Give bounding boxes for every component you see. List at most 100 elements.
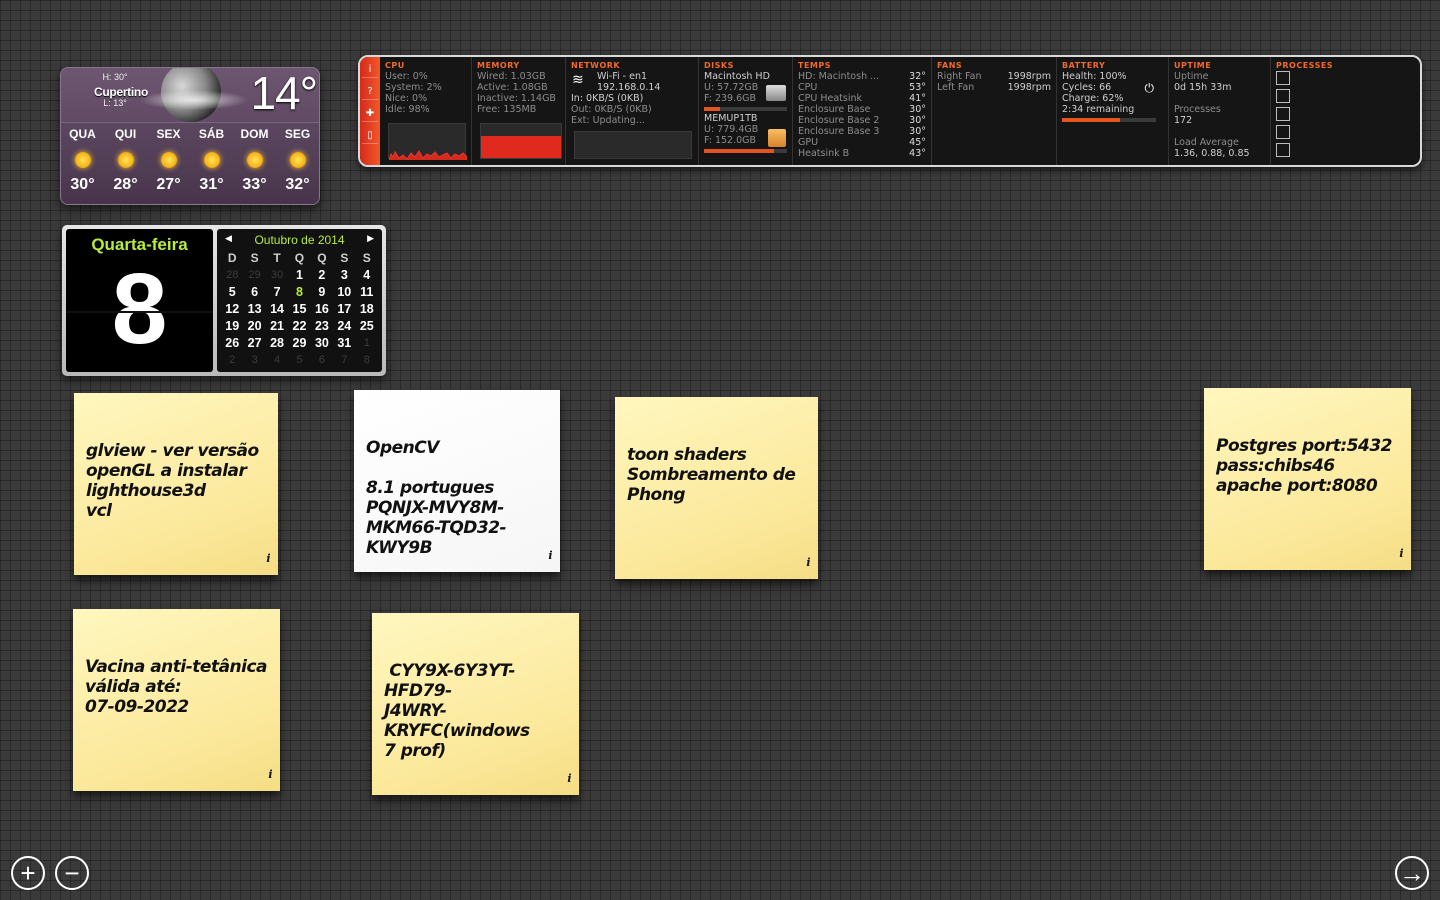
calendar-day-cell[interactable]: 3 [243,351,265,368]
calendar-day-panel[interactable]: Quarta-feira 8 [66,229,213,372]
calendar-day-cell[interactable]: 15 [288,300,310,317]
calendar-day-cell[interactable]: 21 [266,317,288,334]
add-widget-button[interactable]: + [11,856,45,890]
help-icon[interactable]: ? [362,83,378,100]
temp-name: GPU [798,137,819,148]
sticky-note[interactable]: Vacina anti-tetânica válida até: 07-09-2… [73,609,280,791]
temp-value: 32° [909,71,926,82]
info-icon[interactable]: i [362,61,378,78]
temp-name: HD: Macintosh ... [798,71,880,82]
calendar-day-cell[interactable]: 8 [288,283,310,300]
process-slot[interactable] [1276,107,1290,121]
sticky-info-button[interactable]: i [268,765,272,785]
calendar-day-cell[interactable]: 14 [266,300,288,317]
istat-widget[interactable]: i ? ✚ ▯ CPU User: 0% System: 2% Nice: 0%… [358,55,1422,167]
calendar-day-cell[interactable]: 31 [333,334,355,351]
calendar-day-cell[interactable]: 6 [311,351,333,368]
calendar-day-cell[interactable]: 22 [288,317,310,334]
process-slot[interactable] [1276,71,1290,85]
sticky-note-text[interactable]: OpenCV 8.1 portugues PQNJX-MVY8M- MKM66-… [366,438,548,558]
phone-icon[interactable]: ▯ [362,127,378,144]
fan-row: Right Fan 1998rpm [937,71,1051,82]
weather-low: L: 13° [103,98,127,108]
calendar-day-cell[interactable]: 19 [221,317,243,334]
calendar-day-cell[interactable]: 2 [311,266,333,283]
sticky-info-button[interactable]: i [1399,544,1403,564]
process-slot[interactable] [1276,143,1290,157]
process-slot[interactable] [1276,89,1290,103]
calendar-day-cell[interactable]: 20 [243,317,265,334]
temp-name: Heatsink B [798,148,850,159]
calendar-day-cell[interactable]: 25 [356,317,378,334]
sticky-info-button[interactable]: i [266,549,270,569]
calendar-day-cell[interactable]: 13 [243,300,265,317]
calendar-day-cell[interactable]: 30 [266,266,288,283]
calendar-day-cell[interactable]: 23 [311,317,333,334]
pulse-icon[interactable]: ✚ [362,105,378,122]
calendar-day-cell[interactable]: 16 [311,300,333,317]
sticky-info-button[interactable]: i [567,769,571,789]
sticky-info-button[interactable]: i [548,546,552,566]
sticky-note[interactable]: OpenCV 8.1 portugues PQNJX-MVY8M- MKM66-… [354,390,560,572]
istat-rail: i ? ✚ ▯ [360,57,380,165]
sticky-note-text[interactable]: Postgres port:5432 pass:chibs46 apache p… [1216,436,1399,496]
uptime-section: UPTIME Uptime 0d 15h 33m Processes 172 L… [1169,57,1271,165]
calendar-day-cell[interactable]: 29 [288,334,310,351]
calendar-day-cell[interactable]: 2 [221,351,243,368]
calendar-day-cell[interactable]: 26 [221,334,243,351]
calendar-week-row: 12 13 14 15 16 17 18 [221,300,378,317]
weather-widget[interactable]: H: 30° Cupertino L: 13° 14° QUA 30° QUI 28… [60,67,320,205]
remove-widget-button[interactable]: − [55,856,89,890]
calendar-day-cell[interactable]: 17 [333,300,355,317]
calendar-day-cell[interactable]: 5 [288,351,310,368]
calendar-day-cell[interactable]: 3 [333,266,355,283]
calendar-day-cell[interactable]: 5 [221,283,243,300]
temp-row: CPU 53° [798,82,926,93]
calendar-day-cell[interactable]: 9 [311,283,333,300]
sticky-note[interactable]: glview - ver versão openGL a instalar li… [74,393,278,575]
calendar-day-cell[interactable]: 7 [266,283,288,300]
process-slot[interactable] [1276,125,1290,139]
calendar-day-cell[interactable]: 27 [243,334,265,351]
calendar-day-cell[interactable]: 6 [243,283,265,300]
memory-wired: Wired: 1.03GB [477,71,546,82]
calendar-day-cell[interactable]: 18 [356,300,378,317]
calendar-day-cell[interactable]: 10 [333,283,355,300]
forecast-day-temp: 30° [70,176,95,193]
calendar-day-cell[interactable]: 4 [356,266,378,283]
calendar-day-cell[interactable]: 1 [356,334,378,351]
battery-bar [1062,118,1156,122]
cpu-graph [388,123,468,161]
sticky-note-text[interactable]: toon shaders Sombreamento de Phong [627,445,806,505]
sticky-note[interactable]: toon shaders Sombreamento de Phong i [615,397,818,579]
calendar-day-cell[interactable]: 7 [333,351,355,368]
next-month-arrow-icon[interactable]: ▶ [367,233,374,247]
cpu-user: User: 0% [385,71,428,82]
calendar-day-cell[interactable]: 28 [221,266,243,283]
sun-icon [289,152,306,168]
minus-icon: − [64,858,80,888]
calendar-weekday-header: Q [294,250,305,265]
next-space-button[interactable]: → [1395,856,1429,890]
calendar-fold-line [66,311,213,313]
weather-temperature: 14° [250,67,318,119]
calendar-day-cell[interactable]: 11 [356,283,378,300]
calendar-day-cell[interactable]: 12 [221,300,243,317]
calendar-widget[interactable]: Quarta-feira 8 ◀ Outubro de 2014 ▶ DSTQQ… [62,225,386,376]
sticky-note[interactable]: Postgres port:5432 pass:chibs46 apache p… [1204,388,1411,570]
prev-month-arrow-icon[interactable]: ◀ [225,233,232,247]
sticky-note[interactable]: CYY9X-6Y3YT-HFD79- J4WRY-KRYFC(windows 7… [372,613,579,795]
calendar-day-cell[interactable]: 29 [243,266,265,283]
sticky-note-text[interactable]: glview - ver versão openGL a instalar li… [86,441,266,521]
calendar-day-cell[interactable]: 8 [356,351,378,368]
sticky-note-text[interactable]: CYY9X-6Y3YT-HFD79- J4WRY-KRYFC(windows 7… [384,661,567,761]
calendar-day-cell[interactable]: 4 [266,351,288,368]
sticky-note-text[interactable]: Vacina anti-tetânica válida até: 07-09-2… [85,657,268,717]
calendar-day-cell[interactable]: 30 [311,334,333,351]
calendar-day-cell[interactable]: 28 [266,334,288,351]
sticky-info-button[interactable]: i [806,553,810,573]
calendar-weekday: Quarta-feira [91,235,188,254]
calendar-day-cell[interactable]: 1 [288,266,310,283]
calendar-day-cell[interactable]: 24 [333,317,355,334]
forecast-day-name: SÁB [198,127,225,141]
